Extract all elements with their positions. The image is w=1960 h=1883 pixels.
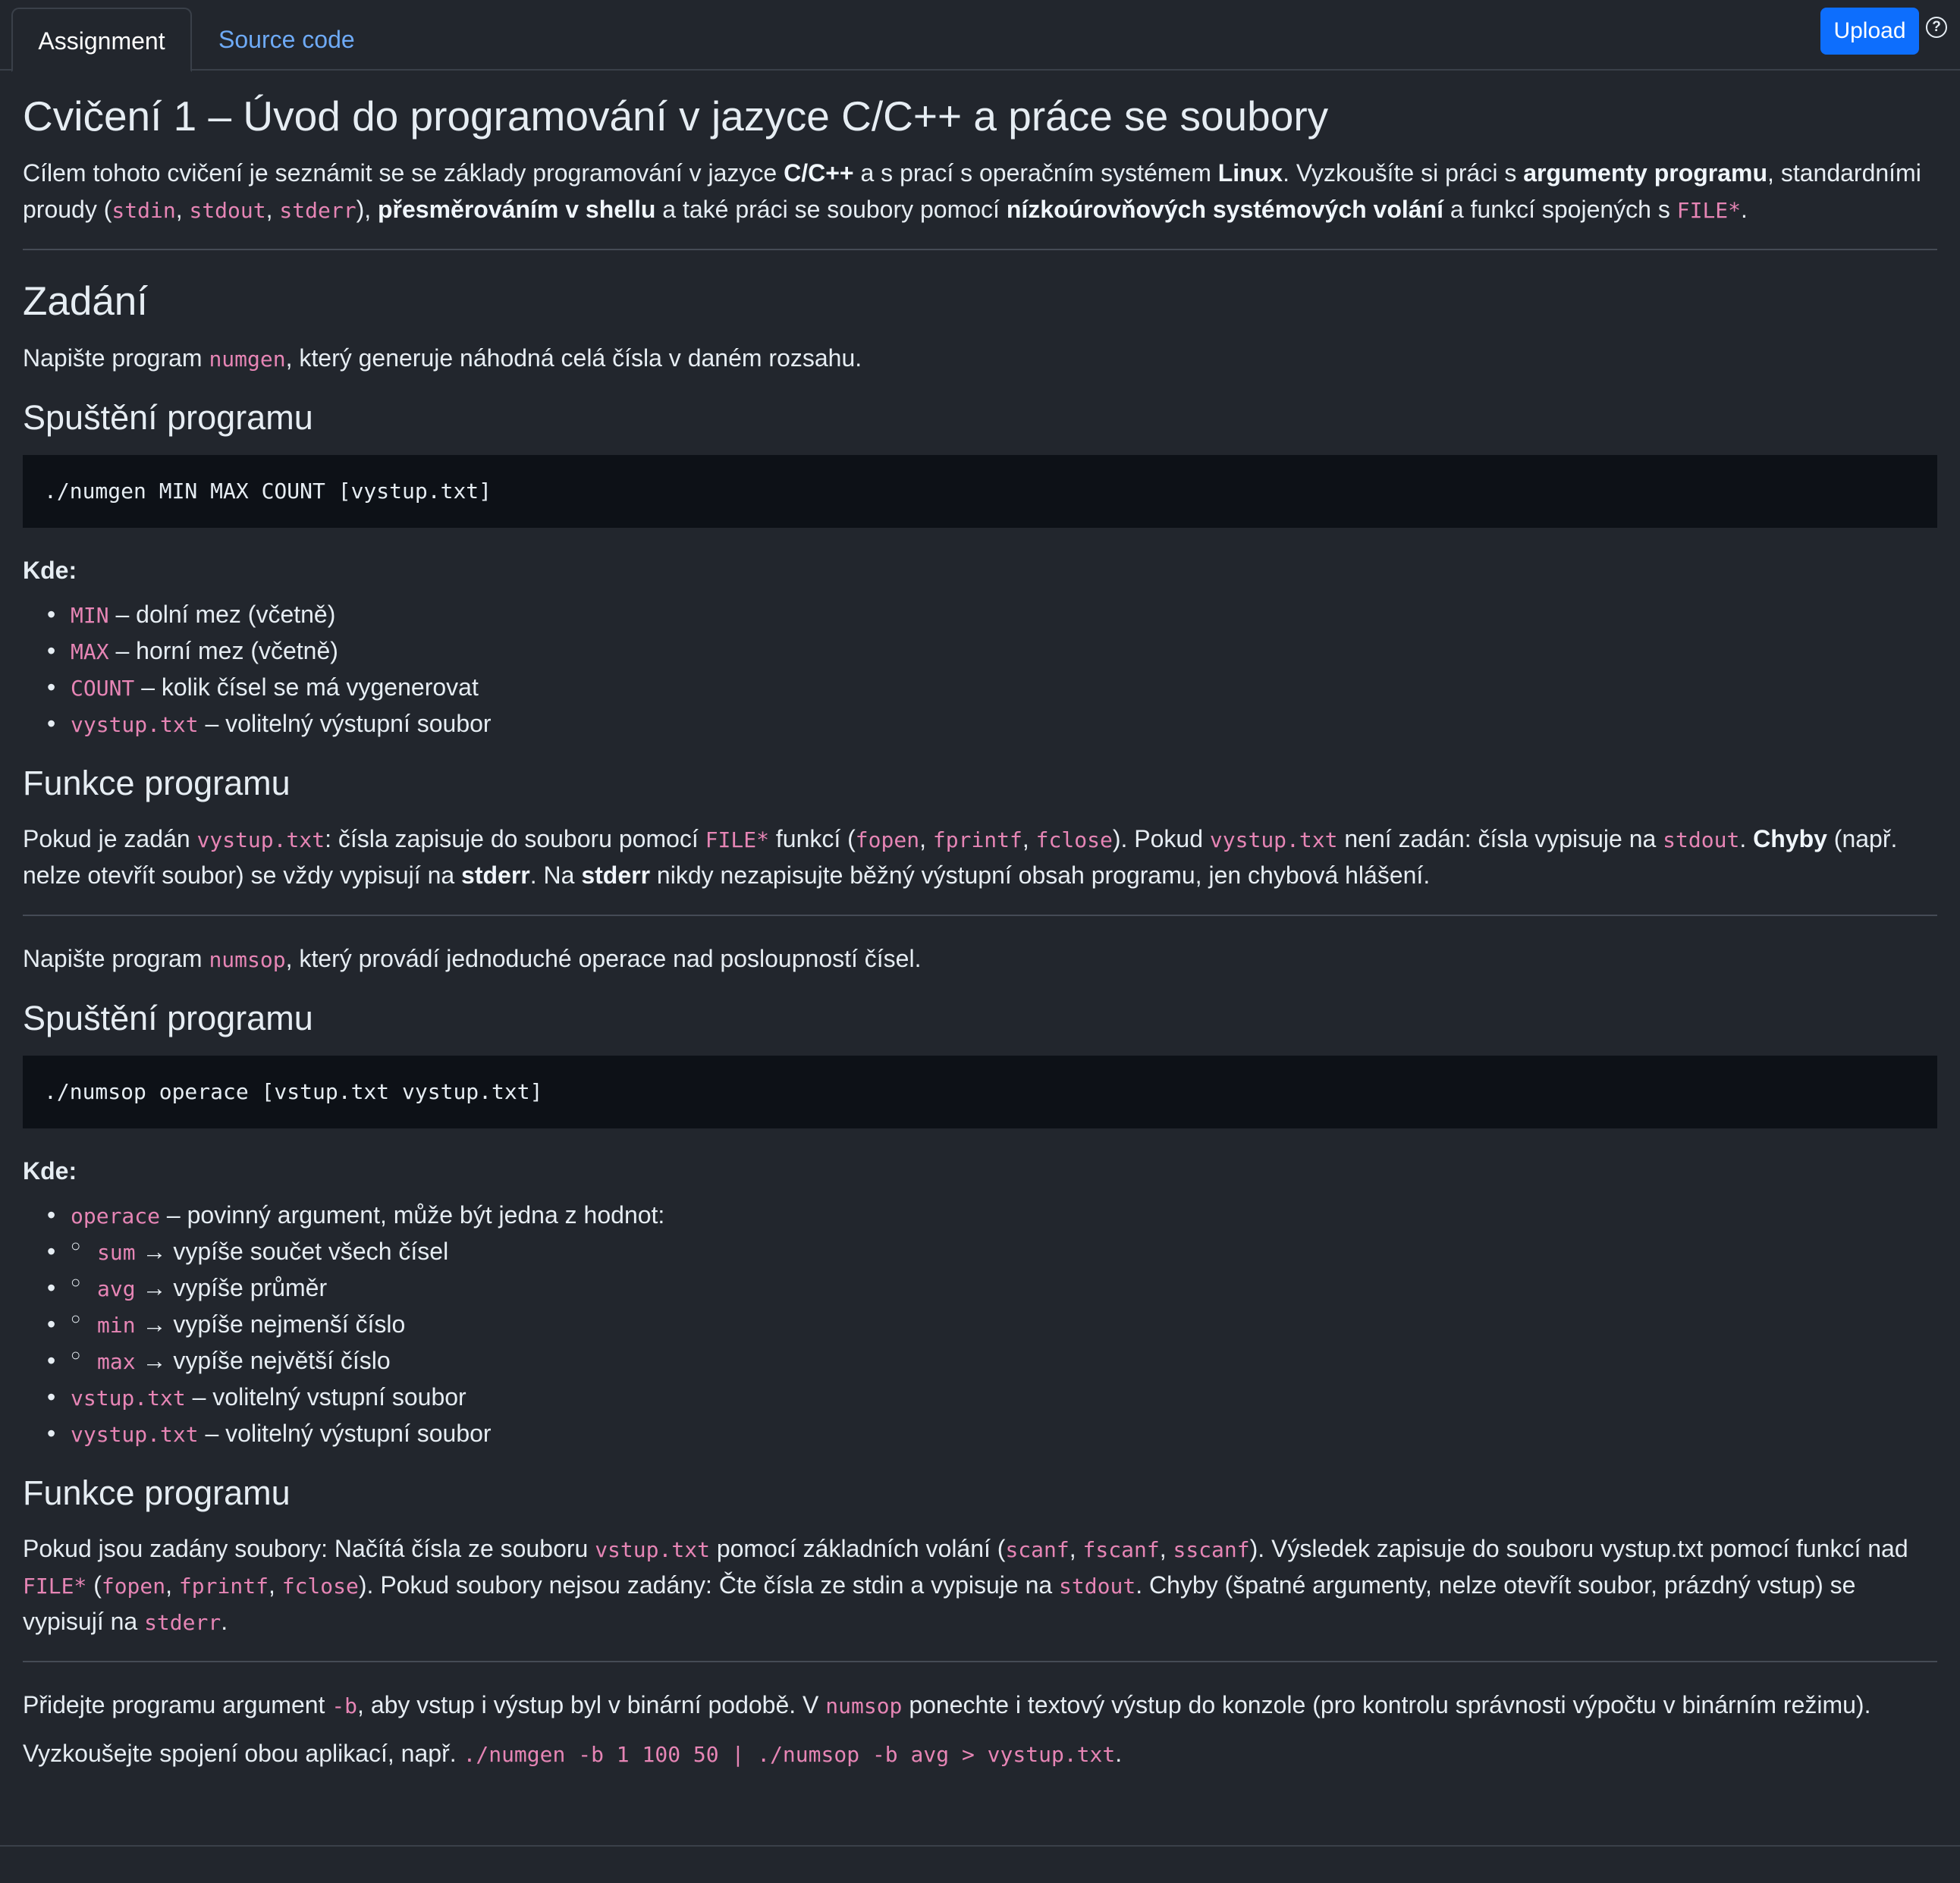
tab-assignment[interactable]: Assignment bbox=[11, 8, 192, 72]
list-item: vstup.txt – volitelný vstupní soubor bbox=[23, 1379, 1937, 1415]
help-icon[interactable]: ? bbox=[1926, 17, 1947, 38]
pipe-example-paragraph: Vyzkoušejte spojení obou aplikací, např.… bbox=[23, 1739, 1123, 1767]
numgen-kde-label: Kde: bbox=[23, 556, 77, 584]
intro-paragraph: Cílem tohoto cvičení je seznámit se se z… bbox=[23, 159, 1921, 223]
list-item: min → vypíše nejmenší číslo bbox=[23, 1306, 1937, 1342]
numsop-function-paragraph: Pokud jsou zadány soubory: Načítá čísla … bbox=[23, 1534, 1908, 1635]
list-item: avg → vypíše průměr bbox=[23, 1269, 1937, 1306]
list-item: MAX – horní mez (včetně) bbox=[23, 632, 1937, 669]
numgen-function-paragraph: Pokud je zadán vystup.txt: čísla zapisuj… bbox=[23, 824, 1898, 889]
list-item: vystup.txt – volitelný výstupní soubor bbox=[23, 705, 1937, 742]
numgen-function-heading: Funkce programu bbox=[23, 763, 291, 802]
binary-paragraph: Přidejte programu argument -b, aby vstup… bbox=[23, 1690, 1871, 1718]
list-item: operace – povinný argument, může být jed… bbox=[23, 1197, 1937, 1233]
numgen-run-heading: Spuštění programu bbox=[23, 397, 313, 437]
page-title: Cvičení 1 – Úvod do programování v jazyc… bbox=[23, 93, 1329, 140]
list-item: COUNT – kolik čísel se má vygenerovat bbox=[23, 669, 1937, 705]
numgen-description: Napište program numgen, který generuje n… bbox=[23, 344, 862, 372]
content-bottom-border bbox=[0, 1845, 1960, 1847]
list-item: sum → vypíše součet všech čísel bbox=[23, 1233, 1937, 1269]
section-heading-zadani: Zadání bbox=[23, 279, 149, 324]
numsop-command-block: ./numsop operace [vstup.txt vystup.txt] bbox=[23, 1055, 1937, 1128]
divider bbox=[23, 249, 1937, 250]
list-item: max → vypíše největší číslo bbox=[23, 1342, 1937, 1379]
numsop-description: Napište program numsop, který provádí je… bbox=[23, 944, 922, 972]
list-item: vystup.txt – volitelný výstupní soubor bbox=[23, 1415, 1937, 1451]
tab-source-code[interactable]: Source code bbox=[194, 8, 379, 72]
tab-bar: Assignment Source code Upload ? bbox=[0, 0, 1960, 72]
divider bbox=[23, 1660, 1937, 1662]
numgen-args-list: MIN – dolní mez (včetně) MAX – horní mez… bbox=[23, 596, 1937, 742]
numgen-command-block: ./numgen MIN MAX COUNT [vystup.txt] bbox=[23, 454, 1937, 528]
upload-button[interactable]: Upload bbox=[1820, 8, 1919, 55]
numsop-function-heading: Funkce programu bbox=[23, 1473, 291, 1512]
numsop-args-list: operace – povinný argument, může být jed… bbox=[23, 1197, 1937, 1451]
list-item: MIN – dolní mez (včetně) bbox=[23, 596, 1937, 632]
numsop-run-heading: Spuštění programu bbox=[23, 998, 313, 1037]
numsop-kde-label: Kde: bbox=[23, 1156, 77, 1185]
divider bbox=[23, 914, 1937, 916]
assignment-content: Cvičení 1 – Úvod do programování v jazyc… bbox=[23, 91, 1937, 1784]
